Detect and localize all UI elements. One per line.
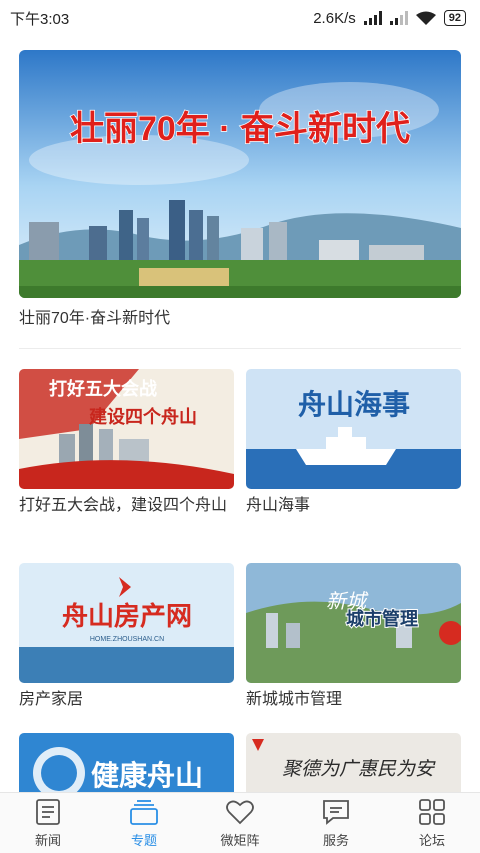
tab-topics[interactable]: 专题 (96, 793, 192, 853)
card-2-image-text: 舟山海事 (298, 389, 410, 421)
hero-image-title: 壮丽70年 · 奋斗新时代 (70, 110, 410, 148)
card-5-image-text: 健康舟山 (91, 759, 203, 791)
wifi-icon (415, 11, 436, 25)
signal-icon (363, 11, 382, 25)
card-image-wudahuizhan[interactable]: 打好五大会战 建设四个舟山 (19, 369, 234, 489)
card-3-image-text: 舟山房产网 (62, 601, 192, 631)
card-6-image-text: 聚德为广惠民为安 (282, 758, 436, 780)
card-image-jude[interactable]: 聚德为广惠民为安 (246, 733, 461, 793)
battery-icon: 92 (443, 10, 466, 26)
card-title-fangchan[interactable]: 房产家居 (19, 688, 234, 712)
card-title-xincheng[interactable]: 新城城市管理 (246, 688, 461, 712)
grid-icon (419, 798, 445, 825)
card-4-image-text-2: 城市管理 (346, 608, 418, 629)
tab-service[interactable]: 服务 (288, 793, 384, 853)
bottom-tab-bar: 新闻 专题 微矩阵 服务 论坛 (0, 792, 480, 853)
card-image-jiankang[interactable]: 健康舟山 (19, 733, 234, 793)
card-title-haishi[interactable]: 舟山海事 (246, 494, 461, 518)
hero-title[interactable]: 壮丽70年·奋斗新时代 (19, 304, 170, 328)
signal-hd-icon (389, 11, 408, 25)
divider (19, 348, 461, 349)
tab-forum[interactable]: 论坛 (384, 793, 480, 853)
status-bar: 下午3:03 2.6K/s 92 (0, 0, 480, 36)
card-1-image-text-1: 打好五大会战 (49, 378, 157, 399)
hero-banner[interactable]: 壮丽70年 · 奋斗新时代 (19, 50, 461, 298)
topic-list[interactable]: 壮丽70年 · 奋斗新时代 壮丽70年·奋斗新时代 打好五大会战 建设四个舟山 … (0, 36, 480, 793)
tab-forum-label: 论坛 (418, 832, 445, 848)
tab-news[interactable]: 新闻 (0, 793, 96, 853)
tab-topics-label: 专题 (130, 832, 157, 848)
tab-matrix-label: 微矩阵 (220, 832, 260, 848)
tab-news-label: 新闻 (34, 832, 61, 848)
card-image-xincheng[interactable]: 新城 城市管理 (246, 563, 461, 683)
heart-icon (226, 800, 254, 824)
topics-icon (130, 799, 158, 825)
card-image-fangchan[interactable]: 舟山房产网 HOME.ZHOUSHAN.CN (19, 563, 234, 683)
news-icon (36, 798, 60, 825)
card-title-wudahuizhan[interactable]: 打好五大会战，建设四个舟山 (19, 494, 234, 518)
card-1-image-text-2: 建设四个舟山 (89, 406, 197, 427)
tab-matrix[interactable]: 微矩阵 (192, 793, 288, 853)
tab-service-label: 服务 (322, 832, 349, 848)
card-image-haishi[interactable]: 舟山海事 (246, 369, 461, 489)
card-3-image-sub: HOME.ZHOUSHAN.CN (90, 636, 164, 643)
status-time: 下午3:03 (10, 10, 70, 28)
network-speed: 2.6K/s (313, 9, 356, 27)
chat-icon (323, 799, 349, 825)
